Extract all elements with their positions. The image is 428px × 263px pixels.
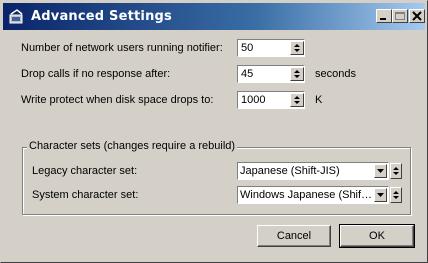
advanced-settings-dialog: Advanced Settings Number of network user… bbox=[0, 0, 428, 263]
app-icon bbox=[9, 9, 23, 24]
drop-calls-label: Drop calls if no response after: bbox=[21, 68, 171, 80]
system-charset-dropdown-button[interactable] bbox=[374, 188, 387, 202]
drop-calls-spinner[interactable]: 45 bbox=[237, 65, 305, 83]
up-down-arrows-icon bbox=[393, 191, 399, 199]
close-icon bbox=[412, 11, 422, 21]
ok-button[interactable]: OK bbox=[339, 224, 415, 248]
drop-calls-unit: seconds bbox=[315, 68, 356, 80]
write-protect-updown[interactable] bbox=[290, 93, 304, 107]
legacy-charset-select[interactable]: Japanese (Shift-JIS) bbox=[237, 162, 389, 180]
close-button[interactable] bbox=[409, 9, 425, 23]
maximize-icon bbox=[395, 12, 405, 20]
chevron-down-icon bbox=[377, 193, 384, 197]
cancel-button[interactable]: Cancel bbox=[257, 225, 331, 247]
write-protect-unit: K bbox=[315, 94, 323, 106]
network-users-label: Number of network users running notifier… bbox=[21, 42, 223, 54]
up-down-arrows-icon bbox=[294, 44, 300, 52]
drop-calls-value[interactable]: 45 bbox=[241, 68, 253, 80]
minimize-button[interactable] bbox=[376, 9, 392, 23]
charsets-group-label: Character sets (changes require a rebuil… bbox=[27, 140, 238, 152]
drop-calls-updown[interactable] bbox=[290, 67, 304, 81]
system-charset-value[interactable]: Windows Japanese (Shif… bbox=[240, 189, 374, 201]
write-protect-value[interactable]: 1000 bbox=[241, 94, 265, 106]
legacy-charset-updown[interactable] bbox=[390, 163, 402, 179]
maximize-button[interactable] bbox=[392, 9, 408, 23]
system-charset-select[interactable]: Windows Japanese (Shif… bbox=[237, 186, 389, 204]
up-down-arrows-icon bbox=[393, 167, 399, 175]
legacy-charset-value[interactable]: Japanese (Shift-JIS) bbox=[240, 165, 374, 177]
write-protect-spinner[interactable]: 1000 bbox=[237, 91, 305, 109]
network-users-spinner[interactable]: 50 bbox=[237, 39, 305, 57]
network-users-value[interactable]: 50 bbox=[241, 42, 253, 54]
up-down-arrows-icon bbox=[294, 96, 300, 104]
system-charset-updown[interactable] bbox=[390, 187, 402, 203]
charsets-groupbox bbox=[22, 147, 411, 215]
up-down-arrows-icon bbox=[294, 70, 300, 78]
legacy-charset-label: Legacy character set: bbox=[32, 165, 138, 177]
minimize-icon bbox=[380, 18, 386, 20]
title-bar[interactable]: Advanced Settings bbox=[3, 3, 425, 30]
chevron-down-icon bbox=[377, 169, 384, 173]
network-users-updown[interactable] bbox=[290, 41, 304, 55]
window-title: Advanced Settings bbox=[31, 9, 172, 24]
write-protect-label: Write protect when disk space drops to: bbox=[21, 94, 214, 106]
legacy-charset-dropdown-button[interactable] bbox=[374, 164, 387, 178]
system-charset-label: System character set: bbox=[32, 189, 139, 201]
